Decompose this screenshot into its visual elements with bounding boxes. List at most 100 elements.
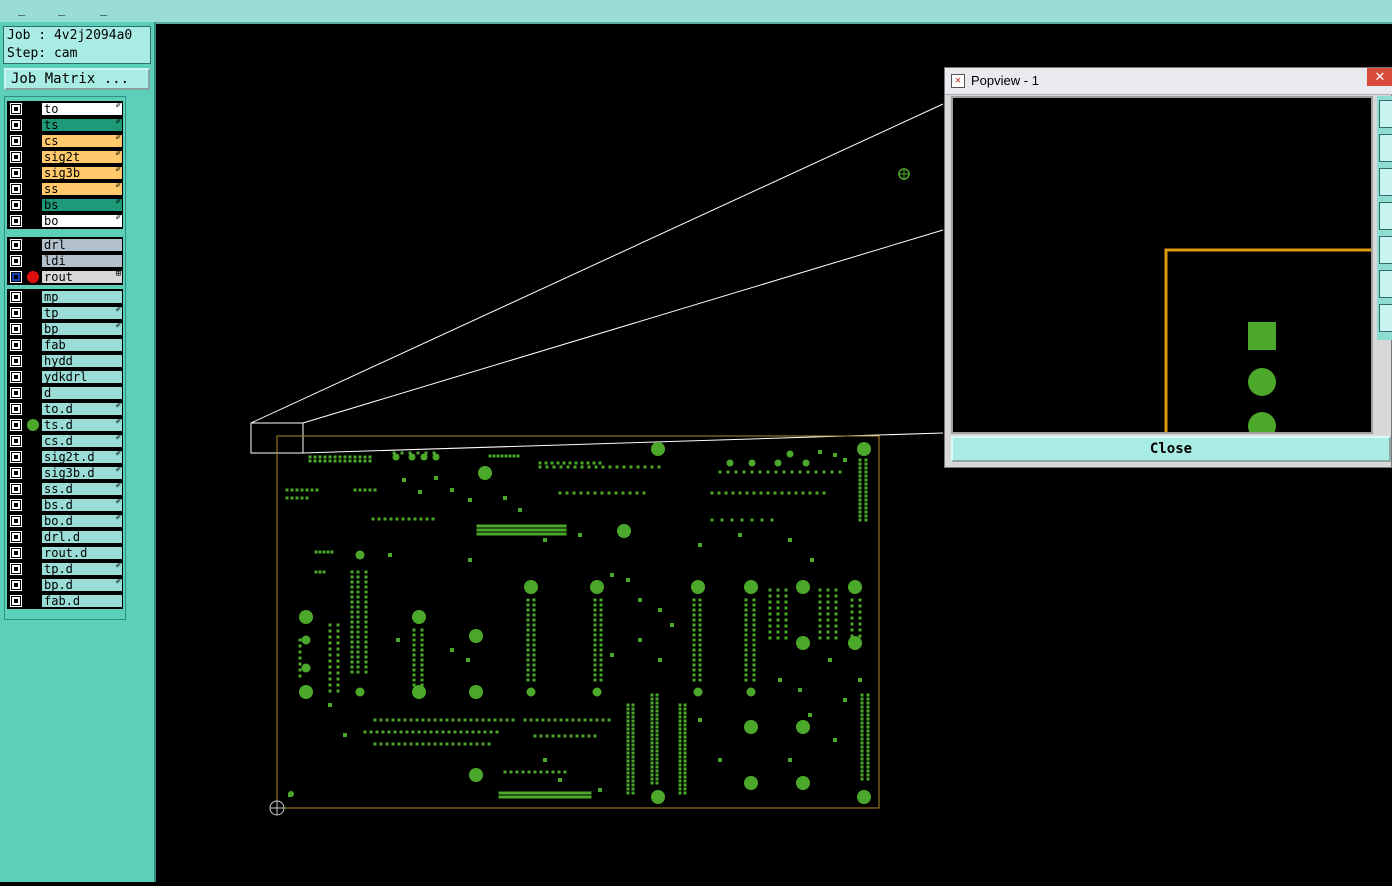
layer-name[interactable]: ss: [41, 182, 123, 196]
snap-icon[interactable]: [1379, 304, 1392, 332]
layer-checkbox[interactable]: [11, 580, 21, 590]
layer-row-drl[interactable]: drl: [7, 237, 123, 253]
layer-name[interactable]: bs: [41, 198, 123, 212]
layer-name[interactable]: d: [41, 386, 123, 400]
layer-row-bp-d[interactable]: bp.d ✐: [7, 577, 123, 593]
layer-row-tp-d[interactable]: tp.d ✐: [7, 561, 123, 577]
layer-name[interactable]: to.d: [41, 402, 123, 416]
layer-checkbox[interactable]: [11, 200, 21, 210]
close-button[interactable]: Close: [951, 436, 1391, 462]
layer-checkbox[interactable]: [11, 452, 21, 462]
layer-checkbox[interactable]: [11, 548, 21, 558]
layer-name[interactable]: cs.d: [41, 434, 123, 448]
layer-checkbox[interactable]: [11, 420, 21, 430]
layer-row-cs[interactable]: cs ✐: [7, 133, 123, 149]
layer-row-sig3b[interactable]: sig3b ✐: [7, 165, 123, 181]
layer-checkbox[interactable]: [11, 596, 21, 606]
layer-checkbox[interactable]: [11, 292, 21, 302]
layer-row-fab[interactable]: fab: [7, 337, 123, 353]
layer-checkbox[interactable]: [11, 436, 21, 446]
layer-name[interactable]: drl.d: [41, 530, 123, 544]
layer-row-ts[interactable]: ts ✐: [7, 117, 123, 133]
layer-name[interactable]: bp.d: [41, 578, 123, 592]
layer-checkbox[interactable]: [11, 324, 21, 334]
layer-name[interactable]: sig2t.d: [41, 450, 123, 464]
layer-checkbox[interactable]: [11, 272, 21, 282]
layer-row-bp[interactable]: bp ✐: [7, 321, 123, 337]
layer-checkbox[interactable]: [11, 388, 21, 398]
layer-checkbox[interactable]: [11, 564, 21, 574]
layer-checkbox[interactable]: [11, 136, 21, 146]
layer-row-ss[interactable]: ss ✐: [7, 181, 123, 197]
layer-row-drl-d[interactable]: drl.d: [7, 529, 123, 545]
flip-icon[interactable]: [1379, 202, 1392, 230]
layer-name[interactable]: tp: [41, 306, 123, 320]
step-icon[interactable]: [1379, 270, 1392, 298]
layer-row-d[interactable]: d: [7, 385, 123, 401]
layer-name[interactable]: hydd: [41, 354, 123, 368]
layer-name[interactable]: ts.d: [41, 418, 123, 432]
layer-checkbox[interactable]: [11, 256, 21, 266]
layer-checkbox[interactable]: [11, 240, 21, 250]
layer-name[interactable]: bs.d: [41, 498, 123, 512]
layer-name[interactable]: sig2t: [41, 150, 123, 164]
layer-name[interactable]: ldi: [41, 254, 123, 268]
layer-checkbox[interactable]: [11, 216, 21, 226]
layer-row-ldi[interactable]: ldi: [7, 253, 123, 269]
layer-checkbox[interactable]: [11, 500, 21, 510]
layer-name[interactable]: bo.d: [41, 514, 123, 528]
layer-row-ts-d[interactable]: ts.d ✐: [7, 417, 123, 433]
layer-row-mp[interactable]: mp: [7, 289, 123, 305]
layer-checkbox[interactable]: [11, 468, 21, 478]
popview-canvas[interactable]: [951, 96, 1373, 440]
layer-name[interactable]: mp: [41, 290, 123, 304]
layer-row-rout-d[interactable]: rout.d: [7, 545, 123, 561]
layer-row-hydd[interactable]: hydd: [7, 353, 123, 369]
layer-checkbox[interactable]: [11, 356, 21, 366]
layer-name[interactable]: cs: [41, 134, 123, 148]
layer-checkbox[interactable]: [11, 120, 21, 130]
layer-row-ss-d[interactable]: ss.d ✐: [7, 481, 123, 497]
layer-checkbox[interactable]: [11, 484, 21, 494]
layer-checkbox[interactable]: [11, 104, 21, 114]
layer-row-cs-d[interactable]: cs.d ✐: [7, 433, 123, 449]
layer-name[interactable]: rout.d: [41, 546, 123, 560]
layer-checkbox[interactable]: [11, 404, 21, 414]
layer-name[interactable]: ts: [41, 118, 123, 132]
layer-name[interactable]: drl: [41, 238, 123, 252]
pan-icon[interactable]: [1379, 134, 1392, 162]
layer-name[interactable]: ydkdrl: [41, 370, 123, 384]
layer-checkbox[interactable]: [11, 516, 21, 526]
zoom-icon[interactable]: [1379, 100, 1392, 128]
layer-row-sig2t-d[interactable]: sig2t.d ✐: [7, 449, 123, 465]
layer-row-sig2t[interactable]: sig2t ✐: [7, 149, 123, 165]
layer-checkbox[interactable]: [11, 372, 21, 382]
layer-name[interactable]: sig3b: [41, 166, 123, 180]
layer-name[interactable]: fab: [41, 338, 123, 352]
layer-row-to-d[interactable]: to.d ✐: [7, 401, 123, 417]
layer-checkbox[interactable]: [11, 184, 21, 194]
layer-row-to[interactable]: to ✐: [7, 101, 123, 117]
layer-checkbox[interactable]: [11, 168, 21, 178]
layer-checkbox[interactable]: [11, 340, 21, 350]
layer-name[interactable]: fab.d: [41, 594, 123, 608]
layer-checkbox[interactable]: [11, 308, 21, 318]
layer-row-ydkdrl[interactable]: ydkdrl: [7, 369, 123, 385]
layer-checkbox[interactable]: [11, 152, 21, 162]
layer-name[interactable]: ss.d: [41, 482, 123, 496]
layer-name[interactable]: rout: [41, 270, 123, 284]
layer-row-bs[interactable]: bs ✐: [7, 197, 123, 213]
layer-row-fab-d[interactable]: fab.d: [7, 593, 123, 609]
layer-name[interactable]: sig3b.d: [41, 466, 123, 480]
layer-row-tp[interactable]: tp ✐: [7, 305, 123, 321]
layer-name[interactable]: bo: [41, 214, 123, 228]
close-icon[interactable]: ✕: [1367, 68, 1392, 86]
layer-name[interactable]: bp: [41, 322, 123, 336]
layer-row-rout[interactable]: rout ⊞: [7, 269, 123, 285]
layer-checkbox[interactable]: [11, 532, 21, 542]
frame-icon[interactable]: [1379, 236, 1392, 264]
fit-icon[interactable]: [1379, 168, 1392, 196]
layer-name[interactable]: to: [41, 102, 123, 116]
job-matrix-button[interactable]: Job Matrix ...: [4, 68, 150, 90]
layer-row-sig3b-d[interactable]: sig3b.d ✐: [7, 465, 123, 481]
